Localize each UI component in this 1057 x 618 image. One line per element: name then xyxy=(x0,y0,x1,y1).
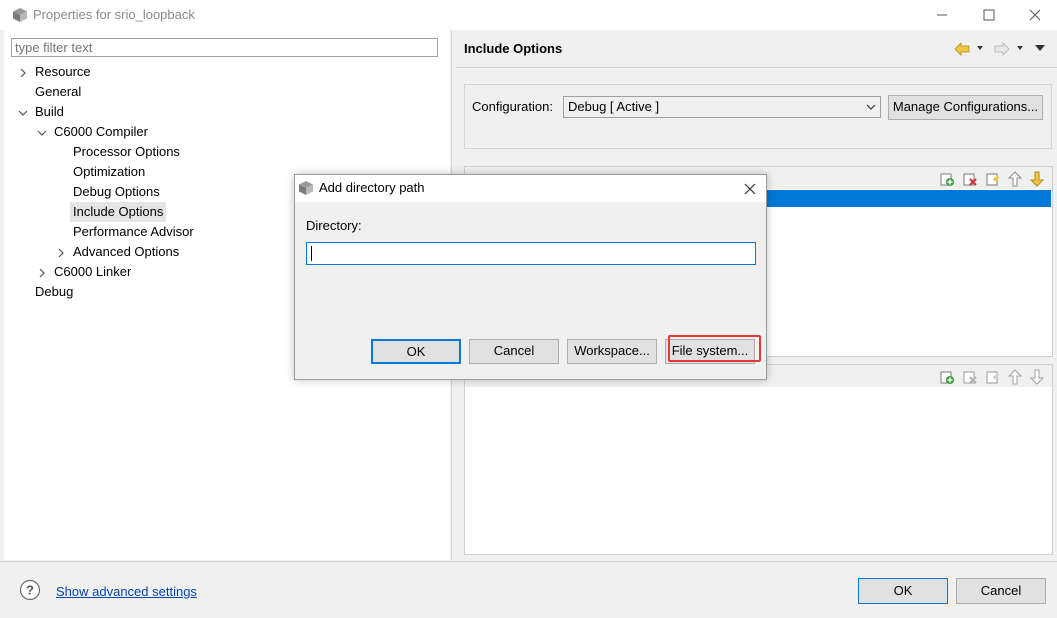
configuration-label: Configuration: xyxy=(472,99,553,114)
move-down-icon[interactable] xyxy=(1029,171,1045,187)
back-arrow-icon[interactable] xyxy=(954,41,970,57)
workspace-button[interactable]: Workspace... xyxy=(567,339,657,364)
back-menu-chevron-icon[interactable] xyxy=(975,43,985,53)
app-cube-icon xyxy=(299,181,313,195)
chevron-right-icon[interactable] xyxy=(56,248,66,258)
chevron-down-icon[interactable] xyxy=(37,128,47,138)
add-icon[interactable] xyxy=(939,369,955,385)
chevron-down-icon[interactable] xyxy=(18,108,28,118)
configuration-select[interactable]: Debug [ Active ] xyxy=(563,96,881,118)
tree-item-c6000-linker[interactable]: C6000 Linker xyxy=(54,262,131,282)
directory-input[interactable] xyxy=(306,242,756,265)
delete-icon[interactable] xyxy=(962,369,978,385)
dialog-ok-button[interactable]: OK xyxy=(371,339,461,364)
text-caret xyxy=(311,246,312,261)
tree-item-processor-options[interactable]: Processor Options xyxy=(73,142,180,162)
forward-arrow-icon[interactable] xyxy=(994,41,1010,57)
tree-item-general[interactable]: General xyxy=(35,82,81,102)
edit-icon[interactable] xyxy=(985,369,1001,385)
ok-button[interactable]: OK xyxy=(858,578,948,604)
tree-item-debug-options[interactable]: Debug Options xyxy=(73,182,160,202)
maximize-icon xyxy=(983,9,995,21)
tree-item-optimization[interactable]: Optimization xyxy=(73,162,145,182)
app-cube-icon xyxy=(13,8,27,22)
tree-item-advanced-options[interactable]: Advanced Options xyxy=(73,242,179,262)
title-separator xyxy=(456,67,1057,68)
minimize-icon xyxy=(937,14,947,16)
move-up-icon[interactable] xyxy=(1007,171,1023,187)
window-title: Properties for srio_loopback xyxy=(33,7,195,22)
tree-item-c6000-compiler[interactable]: C6000 Compiler xyxy=(54,122,148,142)
cancel-button[interactable]: Cancel xyxy=(956,578,1046,604)
tree-item-include-options[interactable]: Include Options xyxy=(70,202,167,222)
file-system-highlight xyxy=(668,335,761,362)
chevron-down-icon xyxy=(866,104,876,110)
close-window-button[interactable] xyxy=(1012,0,1057,30)
dialog-title: Add directory path xyxy=(319,180,425,195)
dialog-cancel-button[interactable]: Cancel xyxy=(469,339,559,364)
dialog-title-bar: Add directory path xyxy=(295,175,766,202)
view-menu-icon[interactable] xyxy=(1034,43,1046,53)
tree-item-debug[interactable]: Debug xyxy=(35,282,73,302)
tree-item-resource[interactable]: Resource xyxy=(35,62,91,82)
page-title: Include Options xyxy=(464,41,563,56)
close-icon xyxy=(1029,9,1041,21)
minimize-button[interactable] xyxy=(919,0,965,30)
forward-menu-chevron-icon[interactable] xyxy=(1015,43,1025,53)
tree-item-performance-advisor[interactable]: Performance Advisor xyxy=(73,222,194,242)
properties-window: Properties for srio_loopback Resource Ge… xyxy=(0,0,1057,618)
manage-configurations-button[interactable]: Manage Configurations... xyxy=(888,95,1043,120)
add-icon[interactable] xyxy=(939,171,955,187)
title-bar: Properties for srio_loopback xyxy=(0,0,1057,30)
tree-item-build[interactable]: Build xyxy=(35,102,64,122)
chevron-right-icon[interactable] xyxy=(18,68,28,78)
chevron-right-icon[interactable] xyxy=(37,268,47,278)
directory-label: Directory: xyxy=(306,218,362,233)
delete-icon[interactable] xyxy=(962,171,978,187)
edit-icon[interactable] xyxy=(985,171,1001,187)
selected-list-row[interactable] xyxy=(755,190,1051,207)
filter-input[interactable] xyxy=(11,38,438,57)
move-down-icon[interactable] xyxy=(1029,369,1045,385)
close-icon[interactable] xyxy=(740,179,760,199)
move-up-icon[interactable] xyxy=(1007,369,1023,385)
pre-include-list[interactable] xyxy=(464,364,1053,555)
help-icon[interactable]: ? xyxy=(19,579,41,601)
configuration-value: Debug [ Active ] xyxy=(568,99,660,114)
show-advanced-settings-link[interactable]: Show advanced settings xyxy=(56,584,197,599)
maximize-button[interactable] xyxy=(966,0,1012,30)
svg-text:?: ? xyxy=(26,583,34,598)
